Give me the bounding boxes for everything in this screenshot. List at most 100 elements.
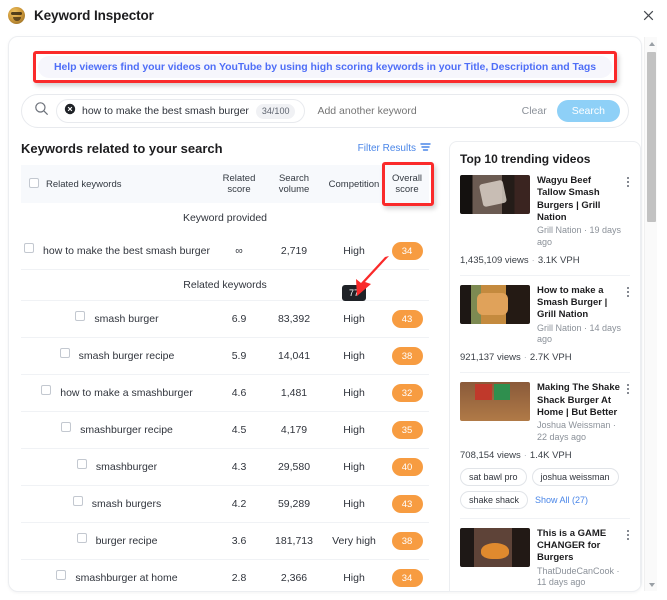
row-keyword: how to make a smashburger — [21, 374, 213, 412]
video-meta: Wagyu Beef Tallow Smash Burgers | Grill … — [537, 175, 630, 249]
video-thumbnail[interactable] — [460, 175, 530, 214]
scroll-down-arrow-icon[interactable] — [645, 578, 658, 591]
overall-score-pill: 38 — [391, 347, 423, 365]
row-related-score: ∞ — [213, 233, 265, 270]
search-bar[interactable]: how to make the best smash burger 34/100… — [21, 94, 629, 128]
row-keyword: smash burger recipe — [21, 337, 213, 375]
video-row: Wagyu Beef Tallow Smash Burgers | Grill … — [460, 175, 630, 249]
row-related-score: 4.6 — [213, 374, 265, 412]
row-checkbox[interactable] — [24, 243, 35, 254]
row-competition: Very high — [323, 522, 385, 560]
row-competition-label: High — [343, 313, 365, 325]
bear-face-logo-icon — [8, 6, 25, 24]
table-row[interactable]: how to make a smashburger 4.6 1,481 High… — [21, 374, 429, 412]
table-header-row: Related keywords Related score Search vo… — [21, 162, 434, 206]
filter-results-label: Filter Results — [357, 143, 416, 154]
row-keyword-label: smashburger recipe — [80, 424, 173, 437]
row-keyword-label: smash burgers — [91, 498, 162, 511]
row-checkbox[interactable] — [59, 348, 70, 359]
row-checkbox[interactable] — [61, 422, 72, 433]
row-overall-score: 32 — [385, 374, 429, 412]
table-row[interactable]: burger recipe 3.6 181,713 Very high 38 — [21, 522, 429, 560]
row-overall-score: 43 — [385, 300, 429, 338]
table-row[interactable]: smashburger 4.3 29,580 High 40 — [21, 448, 429, 486]
kebab-menu-icon[interactable] — [624, 382, 632, 396]
video-thumbnail[interactable] — [460, 527, 530, 567]
row-keyword: how to make the best smash burger — [21, 233, 213, 270]
kebab-menu-icon[interactable] — [624, 175, 632, 189]
vertical-scrollbar[interactable] — [644, 37, 657, 591]
video-thumbnail[interactable] — [460, 382, 530, 422]
column-header-related-score[interactable]: Related score — [213, 165, 265, 203]
row-search-volume: 14,041 — [265, 337, 323, 375]
search-button[interactable]: Search — [556, 100, 620, 122]
banner-row: Help viewers find your videos on YouTube… — [9, 51, 641, 83]
table-row[interactable]: smash burger 6.9 83,392 High 77 43 — [21, 256, 429, 338]
tag-chip[interactable]: sat bawl pro — [460, 467, 527, 486]
row-related-score: 5.9 — [213, 337, 265, 375]
video-tags: sat bawl pro joshua weissman shake shack… — [460, 467, 630, 509]
search-icon — [34, 101, 49, 121]
row-checkbox[interactable] — [56, 570, 67, 581]
keyword-score-badge: 34/100 — [255, 103, 296, 119]
row-related-score: 2.8 — [213, 559, 265, 591]
row-checkbox[interactable] — [76, 533, 87, 544]
group-header-related-keywords: Related keywords — [21, 269, 429, 301]
video-title[interactable]: Wagyu Beef Tallow Smash Burgers | Grill … — [537, 175, 622, 224]
keyword-chip-label: how to make the best smash burger — [82, 105, 249, 117]
video-title[interactable]: Making The Shake Shack Burger At Home | … — [537, 382, 622, 419]
tag-chip[interactable]: joshua weissman — [531, 467, 619, 486]
row-keyword-label: how to make the best smash burger — [43, 245, 210, 258]
table-row[interactable]: smashburger at home 2.8 2,366 High 34 — [21, 559, 429, 591]
row-overall-score: 43 — [385, 485, 429, 523]
list-item[interactable]: How to make a Smash Burger | Grill Natio… — [460, 284, 632, 374]
row-competition: High — [323, 337, 385, 375]
clear-button[interactable]: Clear — [522, 105, 547, 117]
row-keyword: smashburger — [21, 448, 213, 486]
column-header-overall-score[interactable]: Overall score — [382, 162, 434, 206]
overall-score-pill: 43 — [391, 310, 423, 328]
row-checkbox[interactable] — [41, 385, 52, 396]
remove-circle-icon[interactable] — [64, 102, 76, 120]
column-header-search-volume[interactable]: Search volume — [265, 165, 323, 203]
column-header-overall-score-label: Overall score — [391, 173, 423, 195]
row-checkbox[interactable] — [75, 311, 86, 322]
filter-results-button[interactable]: Filter Results — [358, 142, 431, 155]
keywords-header: Keywords related to your search Filter R… — [21, 141, 441, 156]
show-all-tags-link[interactable]: Show All (27) — [533, 492, 590, 508]
column-header-competition[interactable]: Competition — [323, 165, 385, 203]
select-all-checkbox[interactable] — [29, 178, 39, 188]
row-keyword: smash burger — [21, 300, 213, 338]
stat-separator: · — [531, 254, 535, 266]
overall-score-pill: 40 — [391, 458, 423, 476]
video-thumbnail[interactable] — [460, 284, 530, 324]
video-stats: 921,137 views · 2.7K VPH — [460, 352, 630, 363]
list-item[interactable]: Making The Shake Shack Burger At Home | … — [460, 382, 632, 519]
row-overall-score: 34 — [385, 233, 429, 270]
video-channel-age: Grill Nation · 14 days ago — [537, 322, 622, 345]
table-row[interactable]: smash burgers 4.2 59,289 High 43 — [21, 485, 429, 523]
row-competition: High — [323, 448, 385, 486]
row-checkbox[interactable] — [76, 459, 87, 470]
close-icon[interactable] — [641, 8, 656, 23]
table-row[interactable]: how to make the best smash burger ∞ 2,71… — [21, 233, 429, 270]
keyword-chip[interactable]: how to make the best smash burger 34/100 — [56, 99, 306, 123]
video-title[interactable]: This is a GAME CHANGER for Burgers — [537, 528, 622, 565]
add-keyword-input[interactable] — [317, 105, 522, 117]
table-row[interactable]: smash burger recipe 5.9 14,041 High 38 — [21, 337, 429, 375]
scrollbar-thumb[interactable] — [647, 52, 656, 222]
table-body: Keyword provided how to make the best sm… — [21, 203, 429, 591]
scroll-up-arrow-icon[interactable] — [645, 37, 658, 50]
row-related-score: 6.9 — [213, 300, 265, 338]
kebab-menu-icon[interactable] — [624, 285, 632, 299]
row-overall-score: 34 — [385, 559, 429, 591]
list-item[interactable]: This is a GAME CHANGER for Burgers ThatD… — [460, 527, 632, 591]
kebab-menu-icon[interactable] — [624, 528, 632, 542]
tag-chip[interactable]: shake shack — [460, 490, 529, 509]
video-vph: 3.1K VPH — [537, 254, 580, 266]
list-item[interactable]: Wagyu Beef Tallow Smash Burgers | Grill … — [460, 175, 630, 276]
row-checkbox[interactable] — [72, 496, 83, 507]
row-search-volume: 29,580 — [265, 448, 323, 486]
video-title[interactable]: How to make a Smash Burger | Grill Natio… — [537, 285, 622, 322]
table-row[interactable]: smashburger recipe 4.5 4,179 High 35 — [21, 411, 429, 449]
